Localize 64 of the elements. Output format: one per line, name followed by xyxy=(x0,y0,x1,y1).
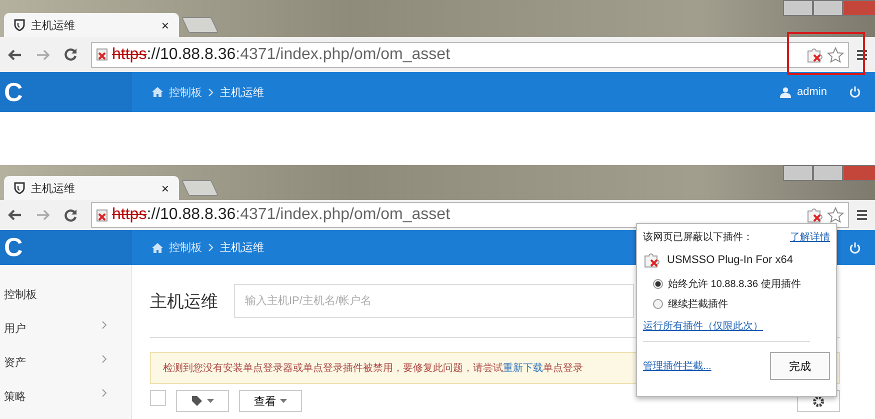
bookmark-star-icon[interactable] xyxy=(827,46,844,62)
page-title: 主机运维 xyxy=(150,290,218,312)
minimize-button[interactable] xyxy=(783,165,813,181)
caret-icon xyxy=(207,399,214,403)
reload-icon[interactable] xyxy=(64,48,77,61)
power-icon[interactable] xyxy=(849,86,861,98)
caret-icon xyxy=(280,399,287,403)
new-tab-button[interactable] xyxy=(181,17,219,33)
shield-icon xyxy=(14,182,25,194)
select-all-checkbox[interactable] xyxy=(150,390,166,406)
plugin-name: USMSSO Plug-In For x64 xyxy=(667,254,793,266)
insecure-lock-icon xyxy=(96,48,109,61)
back-arrow-icon[interactable] xyxy=(8,209,22,221)
sidebar-item[interactable]: 控制板 xyxy=(0,287,131,321)
reload-icon[interactable] xyxy=(64,208,77,222)
learn-more-link[interactable]: 了解详情 xyxy=(790,230,830,244)
radio-button[interactable] xyxy=(653,299,663,309)
power-icon[interactable] xyxy=(849,242,861,254)
home-icon[interactable] xyxy=(152,242,163,252)
search-field[interactable]: 输入主机IP/主机名/帐户名 xyxy=(234,284,634,318)
radio-option[interactable]: 继续拦截插件 xyxy=(653,294,830,314)
run-all-plugins-link[interactable]: 运行所有插件（仅限此次） xyxy=(643,319,830,333)
menu-icon[interactable] xyxy=(857,48,867,60)
minimize-button[interactable] xyxy=(783,0,813,16)
breadcrumb-current: 主机运维 xyxy=(220,240,264,255)
sidebar-item[interactable]: 策略 xyxy=(0,389,131,419)
bookmark-star-icon[interactable] xyxy=(827,207,844,223)
back-arrow-icon[interactable] xyxy=(8,48,22,60)
radio-button[interactable] xyxy=(653,279,663,289)
user-name[interactable]: admin xyxy=(797,86,827,98)
user-icon xyxy=(780,86,792,98)
close-tab-button[interactable]: × xyxy=(161,18,169,32)
forward-arrow-icon[interactable] xyxy=(36,209,50,221)
blocked-plugin-icon[interactable] xyxy=(806,207,824,223)
menu-icon[interactable] xyxy=(857,209,867,221)
gear-icon xyxy=(812,394,825,408)
close-tab-button[interactable]: × xyxy=(161,180,169,196)
tag-dropdown-button[interactable] xyxy=(176,390,229,412)
insecure-lock-icon xyxy=(96,208,109,222)
sidebar-item[interactable]: 用户 xyxy=(0,321,131,355)
chevron-icon xyxy=(208,243,214,252)
radio-option[interactable]: 始终允许 10.88.8.36 使用插件 xyxy=(653,274,830,294)
browser-tab[interactable]: 主机运维 × xyxy=(4,176,179,200)
blocked-plugin-icon xyxy=(643,252,661,268)
logo-text: C xyxy=(4,232,23,263)
manage-plugins-link[interactable]: 管理插件拦截... xyxy=(643,359,712,373)
done-button[interactable]: 完成 xyxy=(770,352,830,380)
browser-tab[interactable]: 主机运维 × xyxy=(4,13,179,37)
tag-icon xyxy=(191,395,203,407)
logo-text: C xyxy=(4,76,23,108)
home-icon[interactable] xyxy=(152,87,163,97)
maximize-button[interactable] xyxy=(813,0,843,16)
redownload-link[interactable]: 重新下载 xyxy=(503,363,543,374)
maximize-button[interactable] xyxy=(813,165,843,181)
blocked-plugin-icon[interactable] xyxy=(806,46,824,62)
view-dropdown-button[interactable]: 查看 xyxy=(239,390,302,412)
forward-arrow-icon[interactable] xyxy=(36,48,50,60)
warning-message: 检测到您没有安装单点登录器或单点登录插件被禁用，要修复此问题，请尝试重新下载单点登录 xyxy=(163,362,583,375)
new-tab-button[interactable] xyxy=(181,180,219,196)
breadcrumb-current: 主机运维 xyxy=(220,86,264,100)
chevron-icon xyxy=(208,88,214,96)
sidebar-item[interactable]: 资产 xyxy=(0,355,131,389)
popup-heading: 该网页已屏蔽以下插件： xyxy=(643,230,753,244)
shield-icon xyxy=(14,19,25,31)
